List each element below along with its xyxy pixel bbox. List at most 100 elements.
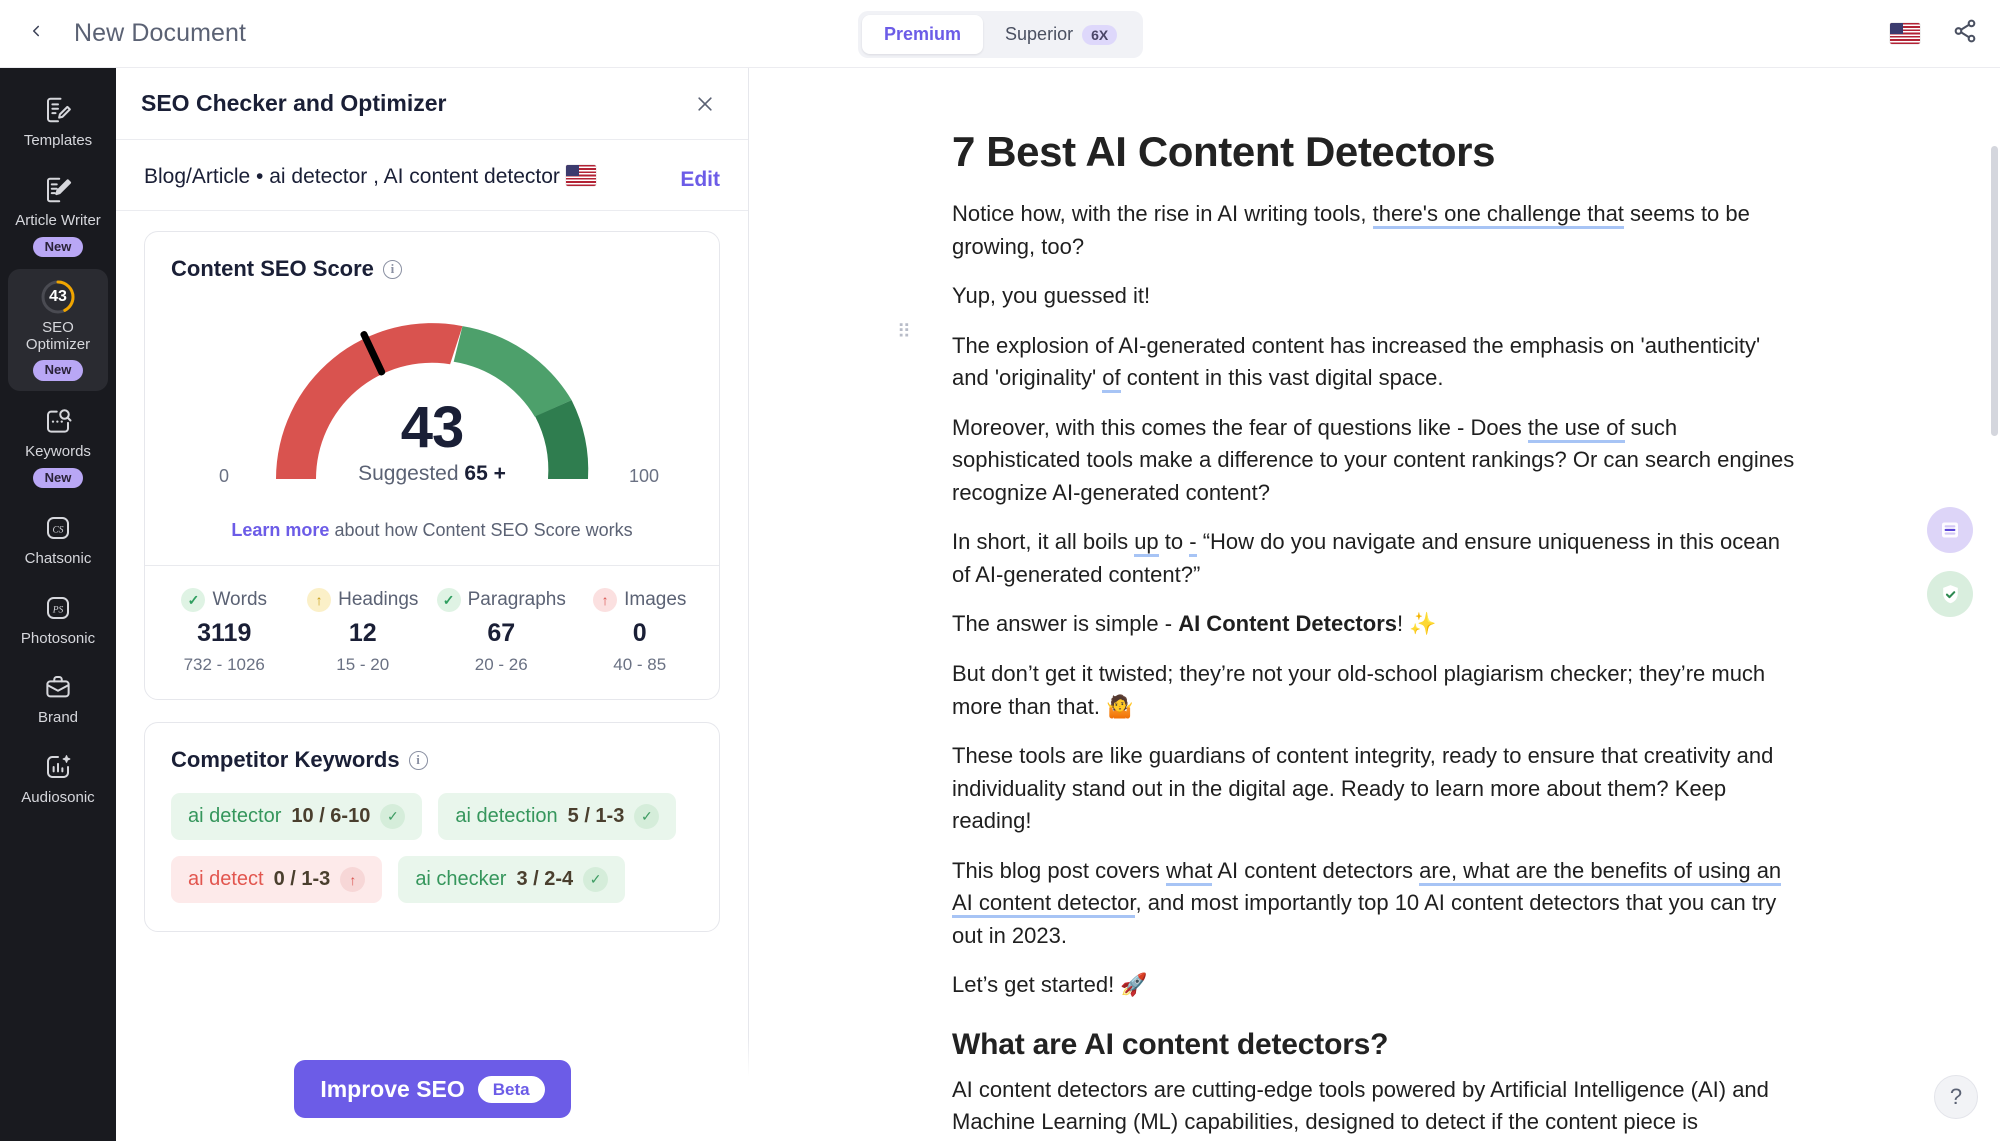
top-bar: New Document Premium Superior 6X — [0, 0, 2000, 68]
svg-text:CS: CS — [52, 525, 63, 535]
seo-panel-title: SEO Checker and Optimizer — [141, 90, 447, 116]
templates-icon — [43, 93, 73, 127]
keyword-chip[interactable]: ai detection 5 / 1-3 ✓ — [438, 793, 677, 840]
highlighted-phrase[interactable]: what — [1165, 857, 1213, 886]
improve-seo-button[interactable]: Improve SEO Beta — [294, 1060, 571, 1118]
top-bar-actions — [1890, 18, 1978, 49]
keyword-chip-counts: 5 / 1-3 — [567, 805, 625, 827]
sidebar-badge-keywords: New — [32, 467, 84, 488]
seo-score-value: 43 — [400, 395, 465, 460]
keyword-chip[interactable]: ai detector 10 / 6-10 ✓ — [171, 793, 423, 840]
document-paragraph: Notice how, with the rise in AI writing … — [952, 198, 1797, 263]
document-paragraph: But don’t get it twisted; they’re not yo… — [952, 661, 1766, 719]
plan-premium-label: Premium — [884, 24, 962, 44]
learn-more-rest: about how Content SEO Score works — [329, 520, 633, 540]
competitor-keywords-card: Competitor Keywords i ai detector 10 / 6… — [144, 722, 720, 932]
suggested-label: Suggested — [358, 462, 459, 485]
metric-paragraphs-range: 20 - 26 — [474, 655, 528, 674]
highlighted-phrase[interactable]: the use of — [1527, 414, 1625, 443]
edit-keywords-button[interactable]: Edit — [680, 160, 720, 192]
keywords-search-icon — [43, 404, 73, 438]
us-flag-icon[interactable] — [1890, 23, 1920, 44]
document-paragraph: This blog post covers what AI content de… — [952, 855, 1797, 953]
competitor-keywords-title: Competitor Keywords — [171, 747, 400, 772]
info-icon[interactable]: i — [382, 259, 402, 279]
metric-headings-range: 15 - 20 — [336, 655, 390, 674]
arrow-up-icon: ↑ — [593, 588, 618, 612]
document-content[interactable]: ⠿ 7 Best AI Content Detectors Notice how… — [897, 68, 1797, 1141]
scrollbar-thumb[interactable] — [1991, 146, 1998, 436]
seo-panel: SEO Checker and Optimizer Blog/Article •… — [116, 68, 749, 1141]
sidebar-item-brand[interactable]: Brand — [8, 659, 108, 737]
document-paragraph: Moreover, with this comes the fear of qu… — [952, 412, 1797, 510]
keyword-chip[interactable]: ai detect 0 / 1-3 ↑ — [171, 856, 383, 903]
sidebar-item-seo-optimizer[interactable]: 43 SEO Optimizer New — [8, 268, 108, 391]
document-paragraph: The answer is simple - AI Content Detect… — [952, 608, 1797, 641]
keyword-chip[interactable]: ai checker 3 / 2-4 ✓ — [398, 856, 626, 903]
para-text: In short, it all boils — [952, 529, 1135, 555]
metric-images-range: 40 - 85 — [613, 655, 667, 674]
sidebar-item-photosonic[interactable]: PS Photosonic — [8, 580, 108, 658]
keyword-summary-text: Blog/Article • ai detector , AI content … — [144, 165, 560, 188]
share-icon[interactable] — [1952, 18, 1978, 49]
highlighted-phrase[interactable]: of — [1102, 365, 1121, 394]
document-outline-icon[interactable] — [1927, 507, 1973, 553]
keyword-chip-counts: 10 / 6-10 — [291, 805, 371, 827]
learn-more-row: Learn more about how Content SEO Score w… — [171, 520, 693, 547]
para-bold: AI Content Detectors — [1178, 611, 1397, 637]
score-card-title: Content SEO Score — [171, 256, 374, 281]
metric-images-value: 0 — [632, 619, 647, 647]
check-icon: ✓ — [583, 867, 609, 892]
highlighted-phrase[interactable]: up — [1134, 529, 1159, 558]
sidebar-item-templates[interactable]: Templates — [8, 82, 108, 160]
metric-paragraphs-label: Paragraphs — [467, 589, 566, 610]
para-text: This blog post covers — [952, 857, 1166, 883]
metric-images-label: Images — [624, 589, 687, 610]
photosonic-ps-icon: PS — [43, 591, 73, 625]
keyword-chip-name: ai detect — [188, 868, 264, 890]
help-question-icon[interactable]: ? — [1934, 1075, 1978, 1119]
sidebar-item-audiosonic[interactable]: Audiosonic — [8, 739, 108, 817]
sidebar-item-article-writer[interactable]: Article Writer New — [8, 162, 108, 267]
gauge-max-label: 100 — [628, 466, 659, 486]
keyword-chip-counts: 0 / 1-3 — [273, 868, 331, 890]
metric-headings-value: 12 — [348, 619, 377, 647]
highlighted-phrase[interactable]: there's one challenge that — [1372, 201, 1624, 229]
metric-paragraphs: ✓ Paragraphs 67 20 - 26 — [432, 588, 571, 675]
para-text: The answer is simple - — [952, 611, 1179, 637]
arrow-up-icon: ↑ — [307, 588, 332, 612]
metric-headings-label: Headings — [338, 589, 419, 610]
plan-superior-tab[interactable]: Superior 6X — [983, 15, 1139, 54]
seo-score-suggested: Suggested 65 + — [171, 462, 693, 486]
plan-premium-tab[interactable]: Premium — [862, 15, 984, 54]
para-text: Moreover, with this comes the fear of qu… — [952, 414, 1528, 440]
competitor-keyword-chips: ai detector 10 / 6-10 ✓ ai detection 5 /… — [171, 793, 693, 903]
metric-headings: ↑ Headings 12 15 - 20 — [294, 588, 433, 675]
metric-images: ↑ Images 0 40 - 85 — [571, 588, 710, 675]
seo-metrics-row: ✓ Words 3119 732 - 1026 ↑ Headings 12 15… — [145, 565, 719, 699]
keyword-chip-name: ai checker — [415, 868, 507, 890]
para-text: AI content detectors — [1212, 857, 1420, 883]
score-card-title-row: Content SEO Score i — [171, 256, 693, 282]
document-editor[interactable]: ⠿ 7 Best AI Content Detectors Notice how… — [749, 68, 2000, 1141]
drag-handle-icon[interactable]: ⠿ — [897, 323, 912, 342]
sidebar-label-seo-optimizer: SEO Optimizer — [25, 318, 91, 353]
chatsonic-cs-icon: CS — [43, 511, 73, 545]
sidebar-badge-seo-optimizer: New — [32, 360, 84, 381]
floating-action-buttons — [1927, 507, 1973, 617]
sidebar-item-keywords[interactable]: Keywords New — [8, 393, 108, 498]
info-icon[interactable]: i — [408, 750, 428, 770]
document-title[interactable]: New Document — [74, 19, 246, 48]
check-icon: ✓ — [634, 804, 660, 829]
close-icon[interactable] — [690, 89, 720, 119]
arrow-up-icon: ↑ — [340, 867, 366, 892]
highlighted-phrase[interactable]: - — [1189, 529, 1197, 558]
shield-check-icon[interactable] — [1927, 571, 1973, 617]
sidebar-item-chatsonic[interactable]: CS Chatsonic — [8, 500, 108, 578]
seo-panel-header: SEO Checker and Optimizer — [116, 68, 748, 140]
plan-superior-label: Superior — [1005, 24, 1074, 44]
briefcase-icon — [43, 670, 73, 704]
content-seo-score-card: Content SEO Score i 43 Suggested 65 + 0 … — [144, 231, 720, 700]
back-button[interactable] — [16, 14, 56, 54]
learn-more-link[interactable]: Learn more — [231, 520, 329, 540]
